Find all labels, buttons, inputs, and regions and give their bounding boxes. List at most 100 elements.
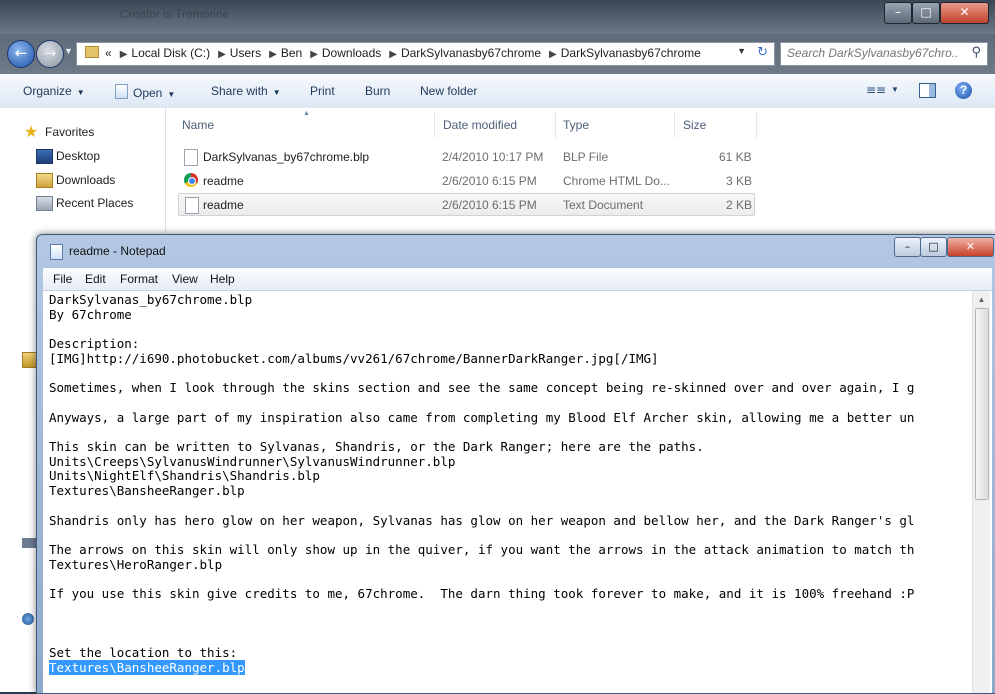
document-text[interactable]: DarkSylvanas_by67chrome.blp By 67chrome … bbox=[49, 292, 915, 675]
views-icon[interactable]: ≡≡ bbox=[866, 83, 886, 97]
chevron-down-icon: ▼ bbox=[272, 88, 281, 97]
help-icon[interactable]: ? bbox=[955, 82, 972, 99]
chevron-down-icon: ▼ bbox=[76, 88, 85, 97]
text-line: [IMG]http://i690.photobucket.com/albums/… bbox=[49, 350, 659, 366]
breadcrumb-item[interactable]: Downloads bbox=[322, 46, 381, 60]
file-type: Chrome HTML Do... bbox=[563, 174, 670, 188]
print-button[interactable]: Print bbox=[310, 84, 335, 98]
burn-button[interactable]: Burn bbox=[365, 84, 390, 98]
menu-edit[interactable]: Edit bbox=[85, 272, 106, 286]
nav-desktop[interactable]: Desktop bbox=[36, 149, 100, 164]
column-header-date[interactable]: Date modified bbox=[443, 118, 517, 132]
chevron-right-icon[interactable]: ▶ bbox=[120, 49, 128, 60]
notepad-icon bbox=[50, 244, 63, 260]
column-divider[interactable] bbox=[434, 112, 435, 138]
share-label: Share with bbox=[211, 84, 268, 98]
selected-text[interactable]: Textures\BansheeRanger.blp bbox=[49, 659, 245, 675]
minimize-button[interactable]: – bbox=[894, 237, 921, 257]
vertical-scrollbar[interactable]: ▲ bbox=[972, 291, 990, 693]
file-row[interactable]: DarkSylvanas_by67chrome.blp 2/4/2010 10:… bbox=[178, 146, 753, 167]
file-row-selected[interactable]: readme 2/6/2010 6:15 PM Text Document 2 … bbox=[178, 193, 755, 216]
menu-view[interactable]: View bbox=[172, 272, 198, 286]
recent-pages-dropdown[interactable]: ▼ bbox=[64, 46, 73, 56]
column-divider[interactable] bbox=[756, 112, 757, 138]
file-size: 3 KB bbox=[726, 174, 753, 188]
search-icon[interactable]: ⚲ bbox=[971, 45, 981, 60]
column-divider[interactable] bbox=[555, 112, 556, 138]
chevron-down-icon: ▼ bbox=[167, 90, 176, 99]
breadcrumb: «▶ Local Disk (C:) ▶ Users ▶ Ben ▶ Downloads ▶ Da… bbox=[85, 46, 705, 60]
text-line: Textures\HeroRanger.blp bbox=[49, 556, 223, 572]
column-header-size[interactable]: Size bbox=[683, 118, 706, 132]
chevron-right-icon[interactable]: ▶ bbox=[218, 49, 226, 60]
search-input[interactable] bbox=[787, 46, 957, 60]
file-size: 61 KB bbox=[719, 150, 752, 164]
scrollbar-thumb[interactable] bbox=[975, 308, 989, 500]
organize-button[interactable]: Organize ▼ bbox=[23, 84, 85, 98]
close-button[interactable]: ✕ bbox=[947, 237, 994, 257]
notepad-icon bbox=[115, 84, 128, 99]
address-row: ← → ▼ «▶ Local Disk (C:) ▶ Users ▶ Ben ▶ Downlo… bbox=[0, 34, 995, 74]
menu-file[interactable]: File bbox=[53, 272, 72, 286]
nav-favorites[interactable]: ★ Favorites bbox=[24, 122, 94, 141]
organize-label: Organize bbox=[23, 84, 72, 98]
forward-button[interactable]: → bbox=[36, 40, 64, 68]
chevron-right-icon[interactable]: ▶ bbox=[549, 49, 557, 60]
search-box[interactable]: ⚲ bbox=[780, 42, 988, 66]
text-line: Description: bbox=[49, 336, 140, 352]
chrome-icon bbox=[184, 173, 198, 187]
address-bar[interactable]: «▶ Local Disk (C:) ▶ Users ▶ Ben ▶ Downloads ▶ Da… bbox=[76, 42, 775, 66]
maximize-button[interactable]: □ bbox=[920, 237, 947, 257]
text-line: The arrows on this skin will only show u… bbox=[49, 541, 915, 557]
network-icon bbox=[22, 613, 34, 625]
file-name: DarkSylvanas_by67chrome.blp bbox=[203, 150, 370, 164]
notepad-window: readme - Notepad – □ ✕ File Edit Format … bbox=[36, 234, 995, 694]
text-line: Sometimes, when I look through the skins… bbox=[49, 380, 915, 396]
minimize-button[interactable]: – bbox=[884, 2, 912, 24]
maximize-button[interactable]: □ bbox=[912, 2, 940, 24]
breadcrumb-item[interactable]: Local Disk (C:) bbox=[131, 46, 210, 60]
address-dropdown[interactable]: ▼ bbox=[737, 46, 746, 56]
breadcrumb-overflow[interactable]: « bbox=[105, 46, 112, 60]
desktop-icon bbox=[36, 149, 53, 164]
file-name: readme bbox=[203, 174, 244, 188]
back-button[interactable]: ← bbox=[7, 40, 35, 68]
text-line: Set the location to this: bbox=[49, 644, 238, 660]
nav-recent-places[interactable]: Recent Places bbox=[36, 196, 134, 211]
file-row[interactable]: readme 2/6/2010 6:15 PM Chrome HTML Do..… bbox=[178, 170, 753, 191]
text-line: By 67chrome bbox=[49, 306, 132, 322]
column-header-name[interactable]: Name bbox=[182, 118, 214, 132]
chevron-right-icon[interactable]: ▶ bbox=[389, 49, 397, 60]
chevron-down-icon[interactable]: ▼ bbox=[891, 85, 899, 94]
explorer-titlebar[interactable]: Creator is Tremorine – □ ✕ bbox=[0, 0, 995, 34]
text-line: Textures\BansheeRanger.blp bbox=[49, 483, 245, 499]
file-date: 2/6/2010 6:15 PM bbox=[442, 174, 537, 188]
nav-downloads[interactable]: Downloads bbox=[36, 173, 115, 188]
file-size: 2 KB bbox=[726, 198, 753, 212]
refresh-icon[interactable]: ↻ bbox=[757, 45, 768, 60]
downloads-icon bbox=[36, 173, 53, 188]
column-header-type[interactable]: Type bbox=[563, 118, 589, 132]
menu-help[interactable]: Help bbox=[210, 272, 235, 286]
scroll-up-icon[interactable]: ▲ bbox=[973, 291, 990, 308]
chevron-right-icon[interactable]: ▶ bbox=[269, 49, 277, 60]
notepad-title: readme - Notepad bbox=[69, 244, 166, 258]
close-button[interactable]: ✕ bbox=[940, 2, 989, 24]
text-line: Units\NightElf\Shandris\Shandris.blp bbox=[49, 468, 320, 484]
folder-icon bbox=[85, 46, 99, 58]
breadcrumb-item[interactable]: Users bbox=[230, 46, 261, 60]
breadcrumb-item[interactable]: DarkSylvanasby67chrome bbox=[401, 46, 541, 60]
text-editor[interactable]: DarkSylvanas_by67chrome.blp By 67chrome … bbox=[43, 291, 992, 693]
star-icon: ★ bbox=[24, 122, 39, 141]
column-divider[interactable] bbox=[674, 112, 675, 138]
new-folder-button[interactable]: New folder bbox=[420, 84, 477, 98]
menu-format[interactable]: Format bbox=[120, 272, 158, 286]
open-button[interactable]: Open ▼ bbox=[115, 84, 175, 100]
preview-pane-icon[interactable] bbox=[919, 83, 936, 98]
share-with-button[interactable]: Share with ▼ bbox=[211, 84, 281, 98]
breadcrumb-item[interactable]: Ben bbox=[281, 46, 302, 60]
nav-label: Recent Places bbox=[56, 196, 134, 210]
file-type: Text Document bbox=[563, 198, 644, 212]
breadcrumb-item[interactable]: DarkSylvanasby67chrome bbox=[561, 46, 701, 60]
chevron-right-icon[interactable]: ▶ bbox=[310, 49, 318, 60]
